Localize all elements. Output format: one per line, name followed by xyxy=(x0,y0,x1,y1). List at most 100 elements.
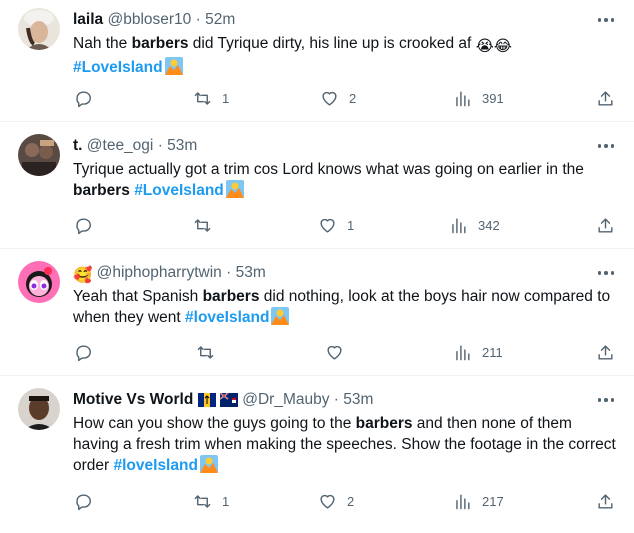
like-button[interactable]: 2 xyxy=(320,87,356,109)
reply-icon xyxy=(76,217,91,234)
separator-dot: · xyxy=(157,137,163,154)
separator-dot: · xyxy=(333,391,339,408)
user-handle[interactable]: @bbloser10 xyxy=(107,11,191,28)
tweet-actions: 1 342 xyxy=(0,214,634,236)
share-icon xyxy=(598,344,613,360)
views-button[interactable]: 211 xyxy=(453,341,503,363)
tweet-text-part: Nah the xyxy=(73,35,132,52)
retweet-button[interactable]: 1 xyxy=(193,87,229,109)
barbados-flag-icon xyxy=(197,393,216,413)
bar-chart-icon xyxy=(456,344,470,360)
views-button[interactable]: 342 xyxy=(449,214,500,236)
user-handle[interactable]: @tee_ogi xyxy=(87,137,154,154)
retweet-count: 1 xyxy=(222,90,230,106)
display-name[interactable]: Motive Vs World xyxy=(73,391,193,408)
tweet-actions: 1 2 217 xyxy=(0,490,634,512)
tweet-text: Tyrique actually got a trim cos Lord kno… xyxy=(73,159,618,201)
more-options-icon[interactable] xyxy=(594,136,618,156)
tweet[interactable]: t. @tee_ogi · 53m Tyrique actually got a… xyxy=(0,122,634,249)
user-handle[interactable]: @Dr_Mauby xyxy=(242,391,329,408)
separator-dot: · xyxy=(226,264,232,281)
share-icon xyxy=(598,90,613,106)
reply-button[interactable] xyxy=(74,490,103,512)
avatar[interactable] xyxy=(18,388,60,430)
view-count: 211 xyxy=(482,344,503,360)
reply-icon xyxy=(76,344,91,361)
like-count: 1 xyxy=(347,217,355,233)
hashtag-link[interactable]: #loveIsland xyxy=(114,457,198,474)
tweet-feed: laila @bbloser10 · 52m Nah the barbers d… xyxy=(0,0,634,533)
views-button[interactable]: 391 xyxy=(453,87,504,109)
tweet[interactable]: 🥰 @hiphopharrytwin · 53m Yeah that Spani… xyxy=(0,249,634,376)
avatar[interactable] xyxy=(18,261,60,303)
share-button[interactable] xyxy=(596,490,615,512)
tweet-header: t. @tee_ogi · 53m xyxy=(73,136,594,156)
retweet-icon xyxy=(194,91,211,105)
crying-laughing-emoji: 😭😂 xyxy=(475,38,512,55)
separator-dot: · xyxy=(195,11,201,28)
tweet-header: Motive Vs World @Dr_Mauby · 53m xyxy=(73,390,594,413)
like-button[interactable] xyxy=(325,341,354,363)
like-button[interactable]: 2 xyxy=(318,490,354,512)
tweet[interactable]: laila @bbloser10 · 52m Nah the barbers d… xyxy=(0,0,634,122)
view-count: 217 xyxy=(482,493,504,509)
more-options-icon[interactable] xyxy=(594,10,618,30)
highlighted-term: barbers xyxy=(131,35,189,52)
tweet-text: How can you show the guys going to the b… xyxy=(73,413,618,476)
hashtag-link[interactable]: #loveIsland xyxy=(185,309,269,326)
heart-icon xyxy=(320,218,335,233)
sun-volcano-icon xyxy=(199,455,218,473)
timestamp[interactable]: 53m xyxy=(236,264,266,281)
tweet-header: laila @bbloser10 · 52m xyxy=(73,10,594,30)
bar-chart-icon xyxy=(452,217,466,233)
like-count: 2 xyxy=(347,493,355,509)
like-button[interactable]: 1 xyxy=(318,214,354,236)
tweet-text-part: did Tyrique dirty, his line up is crooke… xyxy=(188,35,472,52)
tweet[interactable]: Motive Vs World @Dr_Mauby · 53m How can … xyxy=(0,376,634,533)
like-count: 2 xyxy=(349,90,357,106)
share-button[interactable] xyxy=(596,214,615,236)
timestamp[interactable]: 53m xyxy=(167,137,197,154)
highlighted-term: barbers xyxy=(73,182,130,199)
bar-chart-icon xyxy=(456,493,470,509)
views-button[interactable]: 217 xyxy=(453,490,504,512)
retweet-icon xyxy=(197,345,214,359)
more-options-icon[interactable] xyxy=(594,390,618,410)
display-name[interactable]: laila xyxy=(73,11,103,28)
sun-volcano-icon xyxy=(225,180,244,198)
share-icon xyxy=(598,493,613,509)
more-options-icon[interactable] xyxy=(594,263,618,283)
display-name[interactable]: t. xyxy=(73,137,82,154)
share-button[interactable] xyxy=(596,87,615,109)
smiling-face-with-hearts-emoji[interactable]: 🥰 xyxy=(73,266,92,286)
timestamp[interactable]: 52m xyxy=(205,11,235,28)
retweet-button[interactable] xyxy=(193,214,222,236)
view-count: 342 xyxy=(478,217,500,233)
timestamp[interactable]: 53m xyxy=(343,391,373,408)
tweet-text-part: How can you show the guys going to the xyxy=(73,415,356,432)
view-count: 391 xyxy=(482,90,504,106)
retweet-icon xyxy=(194,494,211,508)
reply-button[interactable] xyxy=(74,214,103,236)
share-icon xyxy=(598,217,613,233)
retweet-icon xyxy=(194,218,211,232)
retweet-button[interactable] xyxy=(196,341,225,363)
reply-button[interactable] xyxy=(74,87,103,109)
user-handle[interactable]: @hiphopharrytwin xyxy=(97,264,222,281)
hashtag-link[interactable]: #LoveIsland xyxy=(134,182,224,199)
heart-icon xyxy=(322,91,337,106)
avatar[interactable] xyxy=(18,134,60,176)
bar-chart-icon xyxy=(456,90,470,106)
share-button[interactable] xyxy=(596,341,615,363)
reply-button[interactable] xyxy=(74,341,103,363)
retweet-button[interactable]: 1 xyxy=(193,490,229,512)
highlighted-term: barbers xyxy=(202,288,260,305)
avatar[interactable] xyxy=(18,8,60,50)
tweet-actions: 1 2 391 xyxy=(0,87,634,109)
hashtag-link[interactable]: #LoveIsland xyxy=(73,59,163,76)
reply-icon xyxy=(76,493,91,510)
highlighted-term: barbers xyxy=(355,415,413,432)
reply-icon xyxy=(76,90,91,107)
tweet-text-part: Yeah that Spanish xyxy=(73,288,203,305)
heart-icon xyxy=(320,494,335,509)
